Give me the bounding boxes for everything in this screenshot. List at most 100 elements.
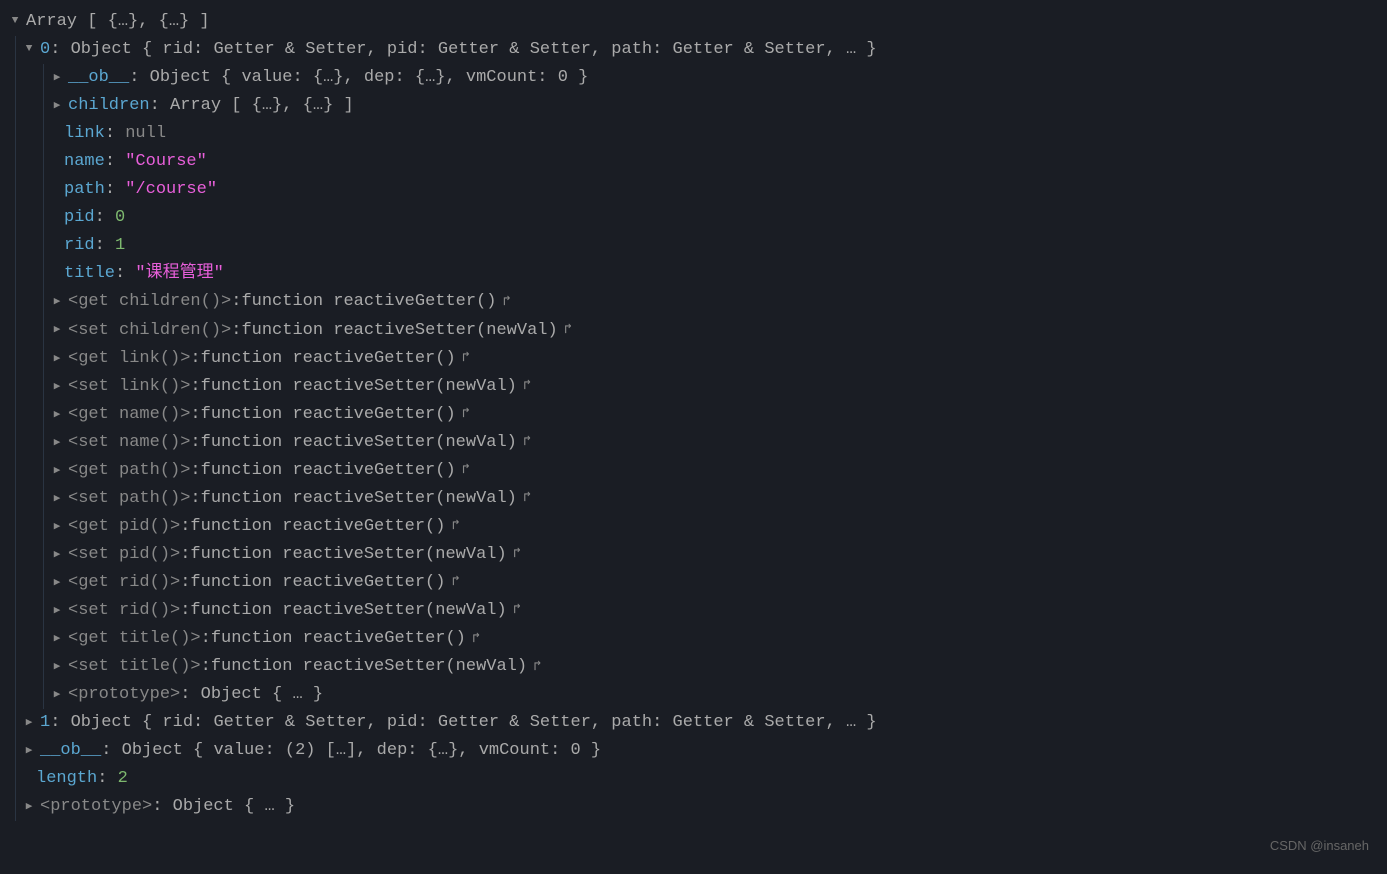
object-preview: { … } xyxy=(262,681,323,709)
goto-definition-icon[interactable]: ↱ xyxy=(502,291,510,314)
accessor-function: function reactiveSetter(newVal) xyxy=(190,597,506,625)
prop-key: __ob__ xyxy=(40,737,101,765)
tree-row-name[interactable]: name : "Course" xyxy=(8,148,1387,176)
tree-row-rid[interactable]: rid : 1 xyxy=(8,232,1387,260)
accessor-function: function reactiveGetter() xyxy=(201,345,456,373)
object-type: Array xyxy=(26,8,77,36)
toggle-icon[interactable]: ▶ xyxy=(50,321,64,339)
toggle-icon[interactable]: ▶ xyxy=(22,798,36,816)
tree-row-item0[interactable]: ▼ 0 : Object { rid: Getter & Setter, pid… xyxy=(8,36,1387,64)
object-preview: { value: {…}, dep: {…}, vmCount: 0 } xyxy=(211,64,588,92)
toggle-icon[interactable]: ▶ xyxy=(50,97,64,115)
goto-definition-icon[interactable]: ↱ xyxy=(451,515,459,538)
toggle-icon[interactable]: ▶ xyxy=(50,350,64,368)
accessor-function: function reactiveSetter(newVal) xyxy=(190,541,506,569)
accessor-function: function reactiveSetter(newVal) xyxy=(201,373,517,401)
accessor-label: <get name()> xyxy=(68,401,190,429)
tree-row-accessor[interactable]: ▶<get link()>: function reactiveGetter()… xyxy=(8,345,1387,373)
goto-definition-icon[interactable]: ↱ xyxy=(462,403,470,426)
toggle-icon[interactable]: ▶ xyxy=(50,686,64,704)
object-type: Object xyxy=(71,709,132,737)
goto-definition-icon[interactable]: ↱ xyxy=(523,375,531,398)
watermark: CSDN @insaneh xyxy=(1270,835,1369,856)
tree-row-accessor[interactable]: ▶<set title()>: function reactiveSetter(… xyxy=(8,653,1387,681)
goto-definition-icon[interactable]: ↱ xyxy=(451,571,459,594)
goto-definition-icon[interactable]: ↱ xyxy=(564,319,572,342)
toggle-icon[interactable]: ▶ xyxy=(50,378,64,396)
tree-row-link[interactable]: link : null xyxy=(8,120,1387,148)
tree-row-accessor[interactable]: ▶<set pid()>: function reactiveSetter(ne… xyxy=(8,541,1387,569)
toggle-icon[interactable]: ▼ xyxy=(22,40,36,58)
prop-key: title xyxy=(64,260,115,288)
tree-row-accessor[interactable]: ▶<get name()>: function reactiveGetter()… xyxy=(8,401,1387,429)
toggle-icon[interactable]: ▶ xyxy=(50,602,64,620)
accessor-function: function reactiveGetter() xyxy=(190,513,445,541)
object-type: Object xyxy=(71,36,132,64)
prop-key: rid xyxy=(64,232,95,260)
toggle-icon[interactable]: ▶ xyxy=(50,490,64,508)
tree-row-ob-array[interactable]: ▶ __ob__ : Object { value: (2) […], dep:… xyxy=(8,737,1387,765)
goto-definition-icon[interactable]: ↱ xyxy=(523,487,531,510)
tree-row-accessor[interactable]: ▶<get path()>: function reactiveGetter()… xyxy=(8,457,1387,485)
tree-row-length[interactable]: length : 2 xyxy=(8,765,1387,793)
prop-value: "/course" xyxy=(125,176,217,204)
prop-value: null xyxy=(125,120,166,148)
toggle-icon[interactable]: ▶ xyxy=(50,546,64,564)
goto-definition-icon[interactable]: ↱ xyxy=(523,431,531,454)
tree-row-accessor[interactable]: ▶<set link()>: function reactiveSetter(n… xyxy=(8,373,1387,401)
tree-row-accessor[interactable]: ▶<get children()>: function reactiveGett… xyxy=(8,288,1387,316)
toggle-icon[interactable]: ▶ xyxy=(50,434,64,452)
goto-definition-icon[interactable]: ↱ xyxy=(513,543,521,566)
tree-row-prototype[interactable]: ▶ <prototype> : Object { … } xyxy=(8,681,1387,709)
prop-key: length xyxy=(36,765,97,793)
accessor-label: <get rid()> xyxy=(68,569,180,597)
accessor-label: <set pid()> xyxy=(68,541,180,569)
toggle-icon[interactable]: ▶ xyxy=(50,518,64,536)
prop-key: <prototype> xyxy=(40,793,152,821)
accessor-label: <set link()> xyxy=(68,373,190,401)
object-preview: [ {…}, {…} ] xyxy=(77,8,210,36)
goto-definition-icon[interactable]: ↱ xyxy=(533,656,541,679)
toggle-icon[interactable]: ▶ xyxy=(22,742,36,760)
tree-row-pid[interactable]: pid : 0 xyxy=(8,204,1387,232)
goto-definition-icon[interactable]: ↱ xyxy=(462,459,470,482)
accessor-label: <set children()> xyxy=(68,317,231,345)
accessor-label: <set title()> xyxy=(68,653,201,681)
toggle-icon[interactable]: ▼ xyxy=(8,12,22,30)
prop-key: link xyxy=(64,120,105,148)
goto-definition-icon[interactable]: ↱ xyxy=(462,347,470,370)
tree-row-accessor[interactable]: ▶<set rid()>: function reactiveSetter(ne… xyxy=(8,597,1387,625)
prop-key: 0 xyxy=(40,36,50,64)
toggle-icon[interactable]: ▶ xyxy=(50,462,64,480)
goto-definition-icon[interactable]: ↱ xyxy=(513,599,521,622)
tree-row-root[interactable]: ▼ Array [ {…}, {…} ] xyxy=(8,8,1387,36)
tree-row-ob[interactable]: ▶ __ob__ : Object { value: {…}, dep: {…}… xyxy=(8,64,1387,92)
accessor-function: function reactiveGetter() xyxy=(201,401,456,429)
tree-row-accessor[interactable]: ▶<set name()>: function reactiveSetter(n… xyxy=(8,429,1387,457)
tree-row-path[interactable]: path : "/course" xyxy=(8,176,1387,204)
toggle-icon[interactable]: ▶ xyxy=(50,658,64,676)
toggle-icon[interactable]: ▶ xyxy=(22,714,36,732)
prop-value: "Course" xyxy=(125,148,207,176)
tree-row-title[interactable]: title : "课程管理" xyxy=(8,260,1387,288)
tree-row-children[interactable]: ▶ children : Array [ {…}, {…} ] xyxy=(8,92,1387,120)
accessor-label: <get pid()> xyxy=(68,513,180,541)
tree-row-accessor[interactable]: ▶<get rid()>: function reactiveGetter()↱ xyxy=(8,569,1387,597)
accessor-label: <set rid()> xyxy=(68,597,180,625)
tree-row-accessor[interactable]: ▶<get pid()>: function reactiveGetter()↱ xyxy=(8,513,1387,541)
goto-definition-icon[interactable]: ↱ xyxy=(472,628,480,651)
toggle-icon[interactable]: ▶ xyxy=(50,69,64,87)
toggle-icon[interactable]: ▶ xyxy=(50,630,64,648)
accessor-function: function reactiveGetter() xyxy=(201,457,456,485)
tree-row-prototype-array[interactable]: ▶ <prototype> : Object { … } xyxy=(8,793,1387,821)
toggle-icon[interactable]: ▶ xyxy=(50,293,64,311)
object-preview: { rid: Getter & Setter, pid: Getter & Se… xyxy=(132,709,877,737)
tree-row-accessor[interactable]: ▶<set children()>: function reactiveSett… xyxy=(8,317,1387,345)
tree-row-item1[interactable]: ▶ 1 : Object { rid: Getter & Setter, pid… xyxy=(8,709,1387,737)
object-preview: { rid: Getter & Setter, pid: Getter & Se… xyxy=(132,36,877,64)
toggle-icon[interactable]: ▶ xyxy=(50,574,64,592)
tree-row-accessor[interactable]: ▶<get title()>: function reactiveGetter(… xyxy=(8,625,1387,653)
tree-row-accessor[interactable]: ▶<set path()>: function reactiveSetter(n… xyxy=(8,485,1387,513)
accessor-function: function reactiveGetter() xyxy=(190,569,445,597)
toggle-icon[interactable]: ▶ xyxy=(50,406,64,424)
